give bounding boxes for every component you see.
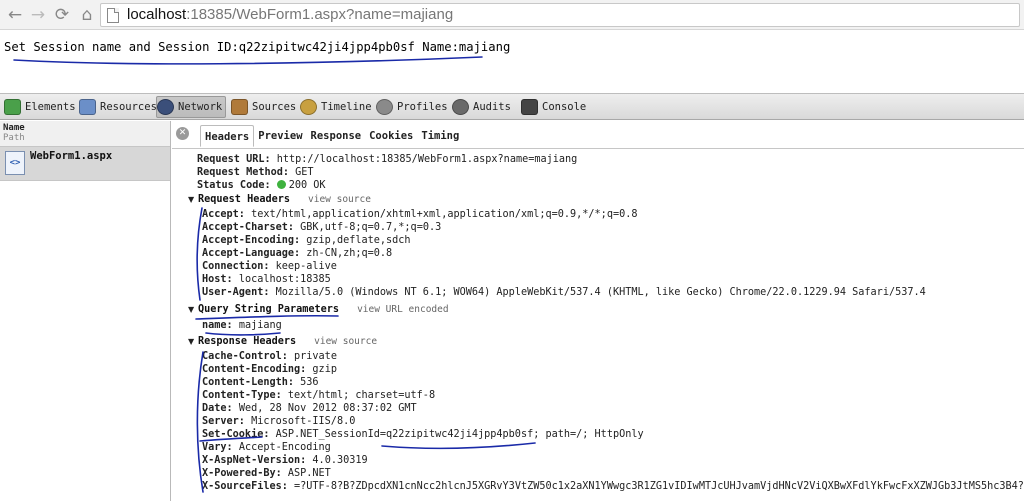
response-headers-section[interactable]: ▼ Response Headers view source — [188, 336, 377, 348]
column-path: Path — [3, 133, 25, 143]
header-row: Content-Encoding: gzip — [202, 364, 337, 375]
forward-arrow-icon[interactable]: → — [28, 5, 48, 25]
resources-icon — [79, 99, 96, 115]
header-row: X-AspNet-Version: 4.0.30319 — [202, 455, 368, 466]
profiles-icon — [376, 99, 393, 115]
page-body-text: Set Session name and Session ID:q22zipit… — [4, 40, 511, 54]
tab-timing[interactable]: Timing — [417, 125, 463, 147]
page-icon — [107, 8, 119, 23]
header-row: Cache-Control: private — [202, 351, 337, 362]
headers-panel: Request URL: http://localhost:18385/WebF… — [172, 150, 1024, 501]
request-method-row: Request Method: GET — [197, 167, 314, 178]
network-icon — [157, 99, 174, 115]
network-request-list: Name Path <> WebForm1.aspx — [0, 121, 171, 501]
header-row: Content-Type: text/html; charset=utf-8 — [202, 390, 436, 401]
html-file-icon: <> — [5, 151, 25, 175]
tab-timeline[interactable]: Timeline — [300, 96, 372, 118]
tab-preview[interactable]: Preview — [254, 125, 306, 147]
audits-icon — [452, 99, 469, 115]
view-source-link[interactable]: view source — [308, 194, 371, 205]
request-headers-section[interactable]: ▼ Request Headers view source — [188, 194, 371, 206]
underline-page-text — [13, 56, 483, 65]
expand-triangle-icon: ▼ — [188, 337, 195, 346]
view-source-link[interactable]: view source — [314, 336, 377, 347]
back-arrow-icon[interactable]: ← — [5, 5, 25, 25]
request-file-name: WebForm1.aspx — [30, 150, 113, 162]
view-url-encoded-link[interactable]: view URL encoded — [357, 304, 449, 315]
query-param-row: name: majiang — [202, 320, 282, 331]
browser-toolbar: ← → ⟳ ⌂ localhost:18385/WebForm1.aspx?na… — [0, 0, 1024, 30]
request-detail-tabs: ✕ Headers Preview Response Cookies Timin… — [172, 121, 1024, 149]
request-url-row: Request URL: http://localhost:18385/WebF… — [197, 154, 578, 165]
tab-network[interactable]: Network — [156, 96, 227, 118]
header-row: Connection: keep-alive — [202, 261, 337, 272]
tab-elements[interactable]: Elements — [4, 96, 76, 118]
header-row: Vary: Accept-Encoding — [202, 442, 331, 453]
tab-response[interactable]: Response — [307, 125, 366, 147]
devtools-toolbar: Elements Resources Network Sources Timel… — [0, 93, 1024, 120]
header-row: Accept-Charset: GBK,utf-8;q=0.7,*;q=0.3 — [202, 222, 442, 233]
header-row: X-SourceFiles: =?UTF-8?B?ZDpcdXN1cnNcc2h… — [202, 481, 1024, 492]
tab-resources[interactable]: Resources — [79, 96, 157, 118]
reload-icon[interactable]: ⟳ — [52, 5, 72, 25]
request-row[interactable]: <> WebForm1.aspx — [0, 147, 170, 181]
header-row: Content-Length: 536 — [202, 377, 319, 388]
header-row: Accept: text/html,application/xhtml+xml,… — [202, 209, 638, 220]
tab-headers[interactable]: Headers — [200, 125, 255, 147]
sources-icon — [231, 99, 248, 115]
url-text: localhost:18385/WebForm1.aspx?name=majia… — [127, 6, 454, 23]
query-string-section[interactable]: ▼ Query String Parameters view URL encoded — [188, 304, 449, 316]
status-code-row: Status Code: 200 OK — [197, 180, 326, 191]
status-ok-icon — [276, 180, 286, 189]
header-row: Date: Wed, 28 Nov 2012 08:37:02 GMT — [202, 403, 417, 414]
address-bar[interactable]: localhost:18385/WebForm1.aspx?name=majia… — [100, 3, 1020, 27]
set-cookie-row: Set-Cookie: ASP.NET_SessionId=q22zipitwc… — [202, 429, 644, 440]
request-list-header[interactable]: Name Path — [0, 121, 170, 147]
tab-sources[interactable]: Sources — [231, 96, 296, 118]
column-name[interactable]: Name — [3, 123, 167, 133]
tab-console[interactable]: Console — [521, 96, 586, 118]
close-icon[interactable]: ✕ — [176, 127, 189, 140]
tab-cookies[interactable]: Cookies — [365, 125, 417, 147]
header-row: Accept-Language: zh-CN,zh;q=0.8 — [202, 248, 393, 259]
header-row: User-Agent: Mozilla/5.0 (Windows NT 6.1;… — [202, 287, 926, 298]
header-row: Server: Microsoft-IIS/8.0 — [202, 416, 356, 427]
expand-triangle-icon: ▼ — [188, 305, 195, 314]
tab-audits[interactable]: Audits — [452, 96, 511, 118]
tab-profiles[interactable]: Profiles — [376, 96, 448, 118]
home-icon[interactable]: ⌂ — [77, 5, 97, 25]
header-row: X-Powered-By: ASP.NET — [202, 468, 331, 479]
elements-icon — [4, 99, 21, 115]
header-row: Host: localhost:18385 — [202, 274, 331, 285]
timeline-icon — [300, 99, 317, 115]
expand-triangle-icon: ▼ — [188, 195, 195, 204]
header-row: Accept-Encoding: gzip,deflate,sdch — [202, 235, 411, 246]
console-icon — [521, 99, 538, 115]
